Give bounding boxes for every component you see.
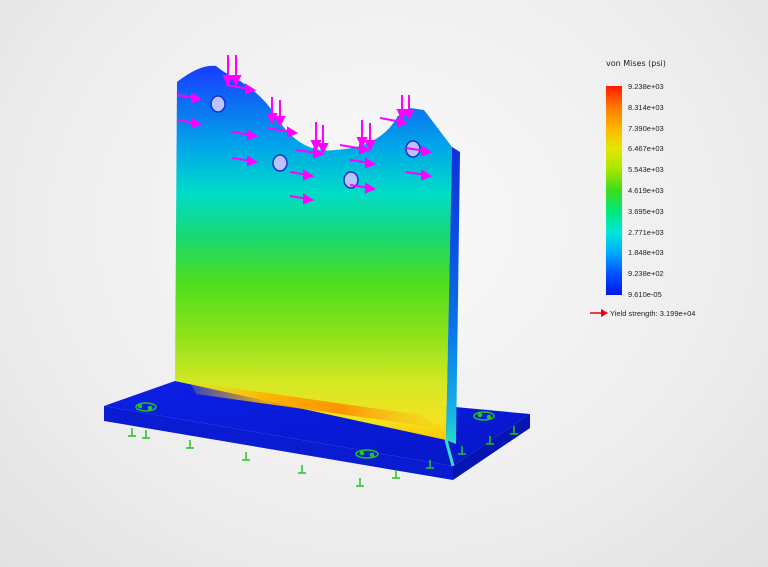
fixture-icon [356,478,364,487]
legend-tick: 9.238e+03 [628,82,664,91]
hole [272,154,288,172]
fixture-icon [298,465,306,474]
yield-arrow-icon [590,309,608,317]
load-arrow-icon [310,122,329,155]
legend-colorbar [606,86,622,295]
fixture-icon [142,430,150,439]
legend-tick: 7.390e+03 [628,124,664,133]
legend-tick: 2.771e+03 [628,228,664,237]
legend-tick: 9.610e-05 [628,290,662,299]
legend-tick: 6.467e+03 [628,144,664,153]
stress-legend: von Mises (psi) 9.238e+03 8.314e+03 7.39… [590,55,760,335]
legend-tick: 9.238e+02 [628,269,664,278]
yield-strength-marker: Yield strength: 3.199e+04 [590,307,695,319]
fixture-icon [242,452,250,461]
legend-tick: 8.314e+03 [628,103,664,112]
legend-title: von Mises (psi) [606,59,666,68]
fixture-icon [128,428,136,437]
upright-plate-face [175,65,452,441]
fixture-icon [186,440,194,449]
fixture-icon [392,470,400,479]
legend-tick: 3.695e+03 [628,207,664,216]
legend-tick: 1.848e+03 [628,248,664,257]
hole [210,95,226,113]
legend-tick: 5.543e+03 [628,165,664,174]
yield-strength-label: Yield strength: 3.199e+04 [610,308,696,318]
legend-tick: 4.619e+03 [628,186,664,195]
